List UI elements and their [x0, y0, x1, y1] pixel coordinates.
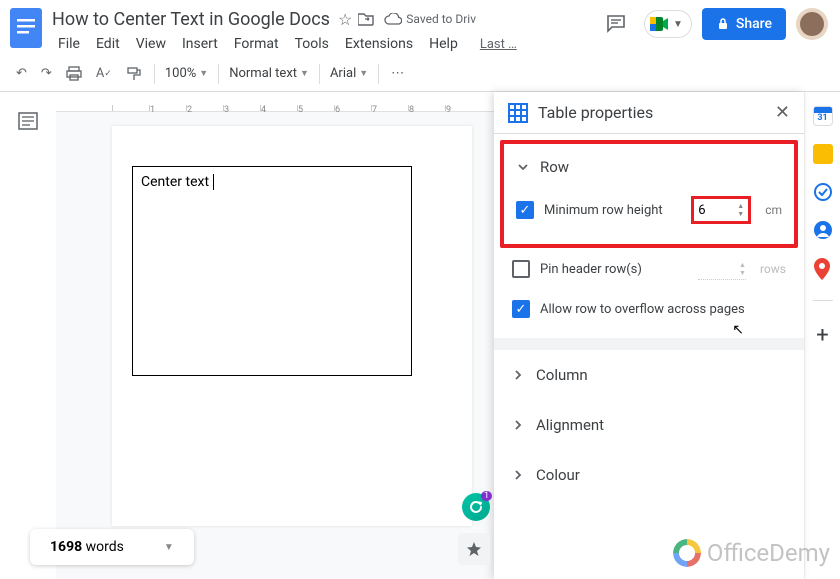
- tasks-icon[interactable]: [813, 182, 833, 202]
- undo-button[interactable]: ↶: [10, 62, 33, 85]
- toolbar: ↶ ↷ A✓ 100%▼ Normal text▼ Arial▼ ⋯: [0, 56, 840, 92]
- min-row-height-checkbox[interactable]: ✓: [516, 201, 534, 219]
- menu-help[interactable]: Help: [423, 34, 464, 54]
- menu-extensions[interactable]: Extensions: [339, 34, 419, 54]
- share-button[interactable]: Share: [702, 8, 786, 40]
- menu-format[interactable]: Format: [228, 34, 285, 54]
- rows-unit-label: rows: [760, 262, 786, 276]
- chevron-down-icon: ▼: [673, 19, 683, 30]
- chevron-down-icon: [516, 160, 530, 174]
- unit-label: cm: [765, 203, 782, 217]
- min-row-height-input[interactable]: [698, 203, 726, 218]
- alignment-section[interactable]: Alignment: [494, 400, 804, 450]
- menu-insert[interactable]: Insert: [176, 34, 224, 54]
- panel-title: Table properties: [538, 103, 765, 122]
- table-cell[interactable]: Center text: [132, 166, 412, 376]
- left-rail: [0, 92, 56, 579]
- contacts-icon[interactable]: [813, 220, 833, 240]
- grammarly-icon[interactable]: 1: [462, 493, 490, 521]
- menu-tools[interactable]: Tools: [289, 34, 335, 54]
- row-section-highlight: Row ✓ Minimum row height ▲▼ cm: [500, 140, 798, 248]
- pin-header-label: Pin header row(s): [540, 262, 688, 277]
- word-count-chip[interactable]: 1698 words ▼: [30, 529, 194, 565]
- account-avatar[interactable]: [796, 8, 828, 40]
- lock-icon: [716, 17, 730, 31]
- colour-section[interactable]: Colour: [494, 450, 804, 500]
- calendar-icon[interactable]: 31: [813, 106, 833, 126]
- chevron-right-icon: [512, 369, 524, 381]
- chevron-right-icon: [512, 419, 524, 431]
- overflow-checkbox[interactable]: ✓: [512, 300, 530, 318]
- add-addon-icon[interactable]: +: [816, 323, 828, 348]
- min-row-height-option: ✓ Minimum row height ▲▼ cm: [512, 190, 786, 230]
- badge-count: 1: [481, 491, 492, 501]
- row-section-header[interactable]: Row: [512, 152, 786, 190]
- explore-button[interactable]: [458, 533, 490, 565]
- overflow-label: Allow row to overflow across pages: [540, 302, 745, 317]
- menu-bar: File Edit View Insert Format Tools Exten…: [52, 32, 590, 56]
- main-area: 123456789 Center text Table properties ✕…: [0, 92, 840, 579]
- print-button[interactable]: [60, 62, 88, 86]
- meet-button[interactable]: ▼: [644, 10, 692, 38]
- cloud-saved-status: Saved to Driv: [384, 12, 476, 26]
- column-section[interactable]: Column: [494, 350, 804, 400]
- chevron-down-icon: ▼: [164, 542, 174, 553]
- title-area: How to Center Text in Google Docs ☆ Save…: [52, 6, 590, 56]
- outline-icon[interactable]: [18, 112, 38, 130]
- document-title[interactable]: How to Center Text in Google Docs: [52, 9, 330, 30]
- min-row-height-label: Minimum row height: [544, 203, 681, 218]
- table-properties-panel: Table properties ✕ Row ✓ Minimum row hei…: [494, 92, 804, 579]
- side-panel-rail: 31 +: [804, 92, 840, 579]
- maps-icon[interactable]: [813, 258, 833, 278]
- stepper-icon: ▲▼: [739, 261, 746, 277]
- star-icon[interactable]: ☆: [338, 10, 352, 29]
- stepper-icon[interactable]: ▲▼: [737, 202, 744, 218]
- keep-icon[interactable]: [813, 144, 833, 164]
- cursor-pointer-icon: ↖: [732, 322, 744, 338]
- docs-logo[interactable]: [8, 6, 44, 50]
- menu-view[interactable]: View: [130, 34, 172, 54]
- app-header: How to Center Text in Google Docs ☆ Save…: [0, 0, 840, 56]
- last-edit-link[interactable]: Last …: [474, 35, 523, 54]
- pin-rows-input: ▲▼: [698, 258, 746, 280]
- table-icon: [508, 103, 528, 123]
- pin-header-checkbox[interactable]: [512, 260, 530, 278]
- more-toolbar-button[interactable]: ⋯: [385, 62, 410, 85]
- min-row-height-input-highlight: ▲▼: [691, 196, 751, 224]
- pin-header-option: Pin header row(s) ▲▼ rows: [494, 248, 804, 290]
- menu-edit[interactable]: Edit: [90, 34, 126, 54]
- table-cell-text: Center text: [141, 174, 209, 190]
- font-dropdown[interactable]: Arial▼: [326, 64, 372, 83]
- redo-button[interactable]: ↷: [35, 62, 58, 85]
- chevron-right-icon: [512, 469, 524, 481]
- overflow-option: ✓ Allow row to overflow across pages: [494, 290, 804, 338]
- close-icon[interactable]: ✕: [775, 102, 790, 123]
- comments-icon[interactable]: [598, 6, 634, 42]
- move-icon[interactable]: [358, 12, 374, 26]
- paint-format-button[interactable]: [120, 62, 148, 86]
- spellcheck-button[interactable]: A✓: [90, 62, 118, 85]
- document-page[interactable]: Center text: [112, 126, 472, 526]
- zoom-dropdown[interactable]: 100%▼: [161, 64, 212, 83]
- menu-file[interactable]: File: [52, 34, 86, 54]
- style-dropdown[interactable]: Normal text▼: [225, 64, 313, 83]
